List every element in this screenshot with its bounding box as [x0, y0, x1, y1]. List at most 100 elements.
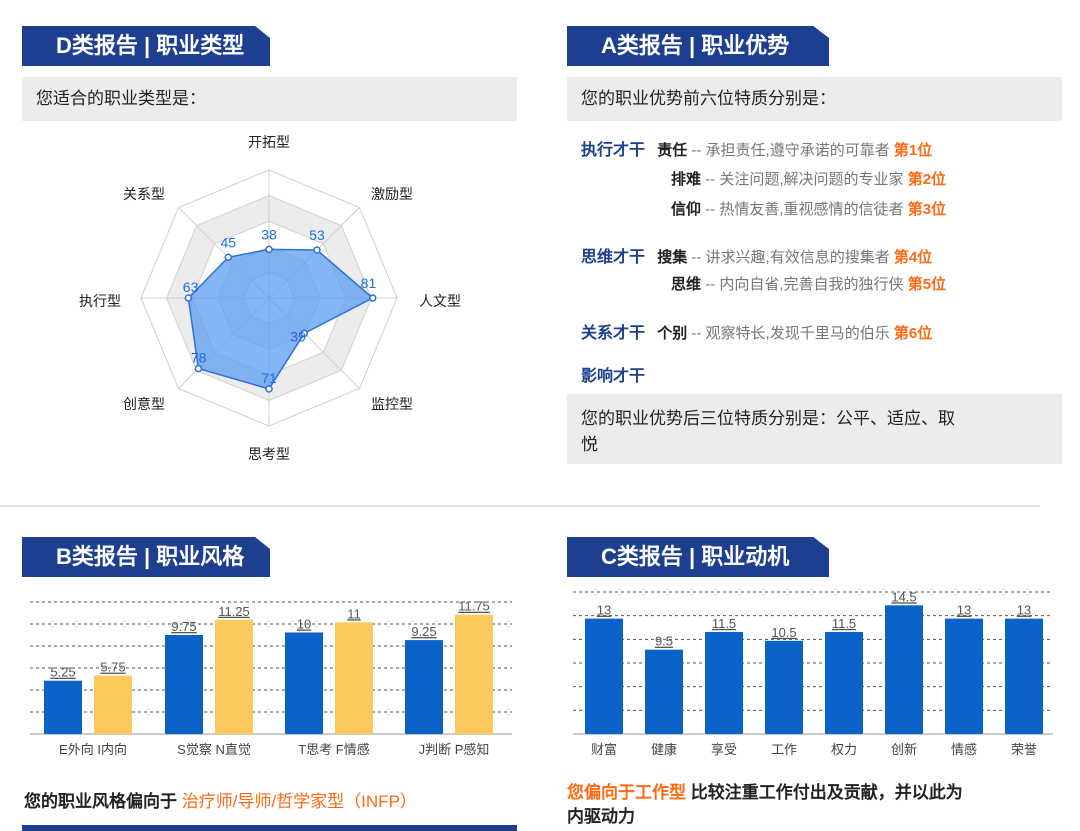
radar-point	[265, 385, 273, 393]
trait-desc: -- 观察特长,发现千里马的伯乐	[691, 325, 890, 342]
x-tick-label: E外向 I内向	[59, 742, 127, 757]
radar-axis-label: 关系型	[123, 186, 165, 202]
radar-point	[194, 364, 203, 373]
summary-highlight: 治疗师/导师/哲学家型（INFP）	[181, 792, 417, 811]
bottom-traits-box: 您的职业优势后三位特质分别是：公平、适应、取 悦	[567, 394, 1062, 464]
bar-value-label: 10	[297, 616, 311, 631]
bar-value-label: 10.5	[771, 625, 796, 640]
list-item: 思维 -- 内向自省,完善自我的独行侠 第5位	[671, 273, 946, 294]
a-report-header: A类报告 | 职业优势	[567, 26, 829, 66]
bar	[94, 675, 132, 734]
x-tick-label: 荣誉	[1011, 742, 1037, 757]
category-label: 影响才干	[581, 368, 646, 385]
radar-point	[368, 294, 377, 302]
category-label: 执行才干	[581, 142, 646, 159]
trait-desc: -- 关注问题,解决问题的专业家	[705, 171, 904, 188]
list-item: 执行才干 责任 -- 承担责任,遵守承诺的可靠者 第1位	[581, 136, 932, 160]
bar-value-label: 11.25	[218, 604, 250, 619]
category-label: 关系才干	[581, 325, 646, 342]
career-type-radar-chart: 38 53 81 39 71 78 63 45 开拓型激励型人文型监控型思考型 创意型 执行型 关系型	[79, 134, 461, 462]
radar-point	[265, 245, 273, 254]
x-tick-label: 健康	[651, 742, 677, 757]
radar-axis-label: 人文型	[419, 293, 461, 309]
d-report-header: D类报告 | 职业类型	[22, 26, 270, 66]
trait-name: 思维	[671, 276, 702, 293]
radar-axis-label: 激励型	[371, 186, 413, 202]
bar-value-label: 11	[347, 606, 361, 621]
bar-value-label: 9.75	[171, 619, 196, 634]
radar-point	[313, 246, 321, 254]
bottom-traits-line2: 悦	[581, 435, 598, 454]
d-report-prompt: 您适合的职业类型是：	[22, 77, 517, 121]
bar-value-label: 11.5	[712, 616, 736, 631]
list-item: 关系才干 个别 -- 观察特长,发现千里马的伯乐 第6位	[581, 319, 932, 343]
bar	[405, 640, 443, 734]
bar-value-label: 11.5	[832, 616, 856, 631]
bar-value-label: 14.5	[891, 589, 916, 604]
list-item: 信仰 -- 热情友善,重视感情的信徒者 第3位	[671, 198, 946, 219]
radar-point	[224, 253, 233, 262]
trait-rank: 第6位	[893, 325, 933, 342]
bar-value-label: 13	[1017, 603, 1031, 618]
radar-value-label: 53	[309, 227, 325, 243]
summary-prefix: 您的职业风格偏向于	[24, 792, 182, 811]
bar	[885, 605, 923, 734]
summary-rest: 比较注重工作付出及贡献，并以此为	[686, 783, 963, 802]
radar-value-label: 81	[361, 275, 377, 291]
list-item: 影响才干	[581, 362, 645, 386]
x-tick-label: T思考 F情感	[298, 742, 370, 757]
radar-value-label: 38	[261, 226, 277, 242]
trait-desc: -- 内向自省,完善自我的独行侠	[705, 276, 904, 293]
category-label: 思维才干	[581, 249, 646, 266]
x-tick-label: 财富	[591, 742, 617, 757]
bar	[165, 635, 203, 734]
x-tick-label: 享受	[711, 742, 737, 757]
c-report-header: C类报告 | 职业动机	[567, 537, 829, 577]
bar	[585, 618, 623, 734]
bar-value-label: 9.25	[411, 624, 436, 639]
radar-point	[184, 294, 193, 302]
trait-name: 搜集	[657, 249, 688, 266]
trait-desc: -- 热情友善,重视感情的信徒者	[705, 201, 904, 218]
bar	[455, 614, 493, 734]
bar	[44, 680, 82, 734]
list-item: 排难 -- 关注问题,解决问题的专业家 第2位	[671, 168, 946, 189]
radar-axis-label: 执行型	[79, 293, 121, 309]
trait-name: 责任	[657, 142, 688, 159]
bar-value-label: 5.75	[100, 660, 125, 675]
section-divider	[0, 505, 1040, 507]
trait-rank: 第4位	[893, 249, 933, 266]
radar-value-label: 78	[191, 350, 207, 366]
radar-axis-label: 监控型	[371, 396, 413, 412]
radar-value-label: 39	[290, 328, 306, 344]
x-tick-label: 创新	[891, 742, 917, 757]
radar-axis-label: 创意型	[123, 396, 165, 412]
bar	[335, 622, 373, 734]
bar-value-label: 5.25	[50, 665, 75, 680]
summary-highlight: 您偏向于工作型	[567, 783, 686, 802]
b-report-header: B类报告 | 职业风格	[22, 537, 270, 577]
x-tick-label: 情感	[951, 742, 977, 757]
bar	[215, 619, 253, 734]
radar-value-label: 71	[261, 370, 277, 386]
bar	[645, 649, 683, 734]
x-tick-label: 权力	[831, 742, 857, 757]
bar-value-label: 11.75	[458, 599, 490, 614]
b-report-summary: 您的职业风格偏向于 治疗师/导师/哲学家型（INFP）	[24, 787, 417, 812]
trait-desc: -- 讲求兴趣,有效信息的搜集者	[691, 249, 890, 266]
a-report-prompt: 您的职业优势前六位特质分别是：	[567, 77, 1062, 121]
career-style-bar-chart: 5.25 5.75 9.75 11.25 10 11 9.25 11.75 E外向 I内向 S觉察…	[30, 599, 512, 757]
bottom-traits-line1: 您的职业优势后三位特质分别是：公平、适应、取	[581, 409, 955, 428]
bar	[825, 631, 863, 734]
trait-rank: 第3位	[907, 201, 947, 218]
x-tick-label: S觉察 N直觉	[177, 742, 251, 757]
bar	[1005, 618, 1043, 734]
radar-value-label: 45	[220, 234, 236, 250]
bar-value-label: 9.5	[655, 634, 673, 649]
summary-line2: 内驱动力	[567, 807, 635, 826]
x-tick-label: 工作	[771, 742, 797, 757]
radar-axis-label: 开拓型	[248, 134, 290, 150]
bar	[285, 632, 323, 734]
x-tick-label: J判断 P感知	[419, 742, 490, 757]
trait-name: 信仰	[671, 201, 702, 218]
